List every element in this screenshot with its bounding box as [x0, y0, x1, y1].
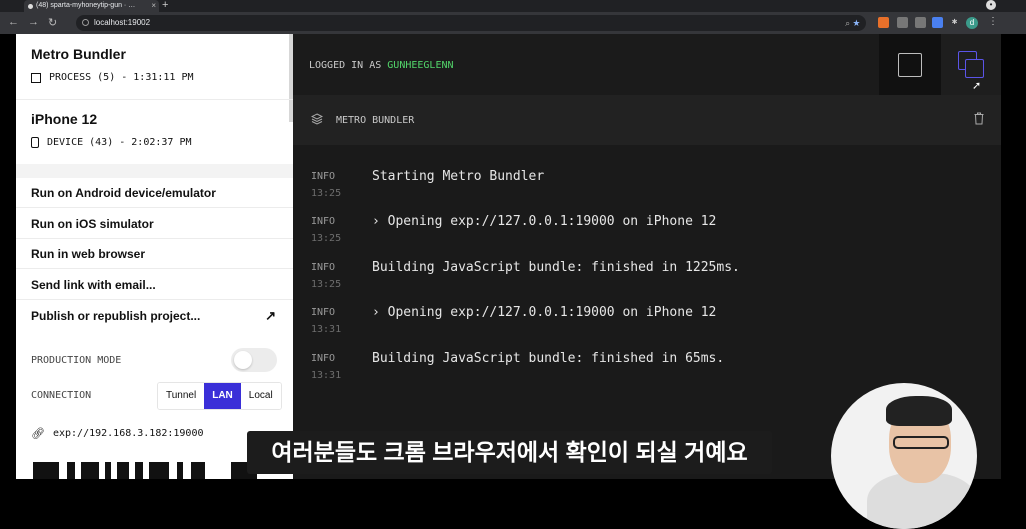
logged-in-status: LOGGED IN AS GUNHEEGLENN — [309, 60, 454, 71]
qr-code — [31, 459, 276, 479]
address-url: localhost:19002 — [94, 18, 151, 27]
exp-url: exp://192.168.3.182:19000 — [52, 428, 204, 439]
send-email-label: Send link with email... — [31, 278, 156, 292]
run-android-button[interactable]: Run on Android device/emulator — [16, 178, 293, 208]
screen-edge — [1001, 34, 1026, 479]
run-web-button[interactable]: Run in web browser — [16, 239, 293, 269]
exp-url-row[interactable]: 🔗︎ exp://192.168.3.182:19000 — [31, 427, 203, 440]
publish-button[interactable]: Publish or republish project... ↗ — [16, 301, 293, 331]
logged-in-prefix: LOGGED IN AS — [309, 60, 382, 71]
log-time: 13:31 — [311, 324, 342, 335]
device-title: iPhone 12 — [31, 111, 98, 127]
device-subtitle: DEVICE (43) - 2:02:37 PM — [47, 137, 192, 148]
log-panel-title: METRO BUNDLER — [336, 115, 415, 126]
process-card[interactable]: Metro Bundler PROCESS (5) - 1:31:11 PM — [16, 46, 293, 83]
log-message: › Opening exp://127.0.0.1:19000 on iPhon… — [372, 305, 717, 320]
reload-icon[interactable]: ↻ — [48, 16, 57, 29]
log-level: INFO — [311, 216, 336, 227]
top-bar: LOGGED IN AS GUNHEEGLENN ➚ — [293, 34, 1003, 95]
connection-selector: Tunnel LAN Local — [157, 382, 282, 410]
mouse-cursor-icon: ➚ — [972, 80, 982, 92]
log-message: Starting Metro Bundler — [372, 169, 545, 184]
log-entry: INFO 13:25 Starting Metro Bundler — [293, 156, 1001, 202]
window-menu-icon[interactable]: • — [986, 0, 996, 10]
production-mode-toggle[interactable] — [231, 348, 277, 372]
log-panel-header: METRO BUNDLER — [293, 95, 1001, 145]
forward-icon[interactable]: → — [28, 16, 39, 28]
puzzle-extensions-icon[interactable]: ✱ — [949, 17, 960, 28]
new-tab-icon[interactable]: + — [162, 0, 168, 11]
address-bar[interactable]: localhost:19002 ⌕ ★ — [76, 15, 866, 31]
device-card[interactable]: iPhone 12 DEVICE (43) - 2:02:37 PM — [16, 111, 293, 148]
log-level: INFO — [311, 171, 336, 182]
single-view-button[interactable] — [879, 34, 941, 95]
tab-strip: (48) sparta-myhoneytip-gun · … × + • — [0, 0, 1026, 12]
square-icon — [898, 53, 922, 77]
production-mode-label: PRODUCTION MODE — [31, 355, 122, 366]
browser-chrome: (48) sparta-myhoneytip-gun · … × + • ← →… — [0, 0, 1026, 34]
toggle-knob — [234, 351, 252, 369]
log-time: 13:25 — [311, 188, 342, 199]
send-email-link-button[interactable]: Send link with email... — [16, 270, 293, 300]
connection-lan-button[interactable]: LAN — [204, 383, 241, 409]
extension-icon[interactable] — [932, 17, 943, 28]
browser-tab[interactable]: (48) sparta-myhoneytip-gun · … × — [24, 0, 159, 12]
connection-tunnel-button[interactable]: Tunnel — [158, 383, 205, 409]
extension-icon[interactable] — [878, 17, 889, 28]
layers-icon — [311, 113, 323, 125]
extension-icon[interactable] — [897, 17, 908, 28]
log-level: INFO — [311, 353, 336, 364]
zoom-icon[interactable]: ⌕ — [845, 18, 850, 28]
log-entry: INFO 13:25 › Opening exp://127.0.0.1:190… — [293, 201, 1001, 247]
close-tab-icon[interactable]: × — [151, 0, 156, 12]
profile-avatar[interactable]: d — [966, 17, 978, 29]
log-entry: INFO 13:25 Building JavaScript bundle: f… — [293, 247, 1001, 293]
log-level: INFO — [311, 307, 336, 318]
link-icon: 🔗︎ — [31, 427, 45, 440]
browser-menu-icon[interactable]: ⋮ — [988, 16, 998, 27]
trash-icon[interactable] — [974, 112, 984, 125]
username: GUNHEEGLENN — [387, 60, 454, 71]
log-message: Building JavaScript bundle: finished in … — [372, 260, 740, 275]
log-entry: INFO 13:31 › Opening exp://127.0.0.1:190… — [293, 292, 1001, 338]
glasses-icon — [893, 436, 949, 449]
log-entry: INFO 13:31 Building JavaScript bundle: f… — [293, 338, 1001, 384]
sidebar: Metro Bundler PROCESS (5) - 1:31:11 PM i… — [16, 34, 293, 479]
back-icon[interactable]: ← — [8, 16, 19, 28]
log-time: 13:25 — [311, 279, 342, 290]
divider — [16, 99, 293, 100]
log-message: Building JavaScript bundle: finished in … — [372, 351, 725, 366]
bookmark-star-icon[interactable]: ★ — [853, 18, 860, 28]
webcam-presenter — [831, 383, 977, 529]
process-title: Metro Bundler — [31, 46, 126, 62]
site-info-icon[interactable] — [82, 19, 89, 26]
connection-label: CONNECTION — [31, 390, 92, 401]
tab-title: (48) sparta-myhoneytip-gun · … — [36, 2, 136, 9]
arrow-up-right-icon: ↗ — [265, 308, 276, 323]
tab-favicon-icon — [28, 4, 33, 9]
log-time: 13:31 — [311, 370, 342, 381]
log-message: › Opening exp://127.0.0.1:19000 on iPhon… — [372, 214, 717, 229]
run-ios-button[interactable]: Run on iOS simulator — [16, 209, 293, 239]
phone-icon — [31, 137, 39, 148]
publish-label: Publish or republish project... — [31, 309, 201, 323]
extension-icon[interactable] — [915, 17, 926, 28]
cube-icon — [31, 72, 41, 83]
browser-toolbar: ← → ↻ localhost:19002 ⌕ ★ ✱ d ⋮ — [0, 12, 1026, 34]
process-subtitle: PROCESS (5) - 1:31:11 PM — [49, 72, 194, 83]
log-time: 13:25 — [311, 233, 342, 244]
section-gap — [16, 164, 293, 178]
log-level: INFO — [311, 262, 336, 273]
connection-local-button[interactable]: Local — [240, 383, 281, 409]
video-subtitle: 여러분들도 크롬 브라우저에서 확인이 되실 거예요 — [247, 431, 772, 474]
